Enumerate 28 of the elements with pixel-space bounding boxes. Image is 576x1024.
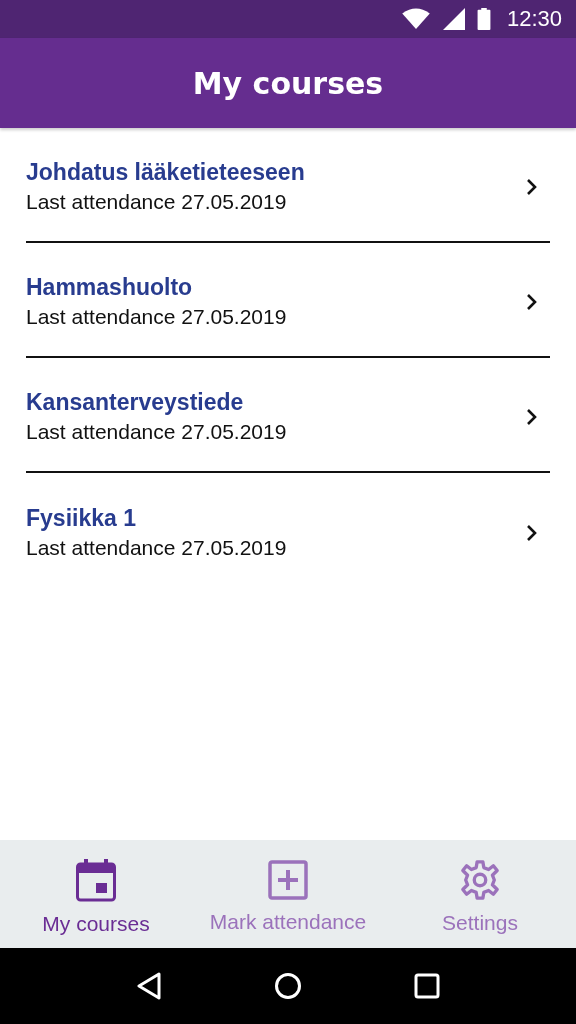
course-item[interactable]: Fysiikka 1 Last attendance 27.05.2019 xyxy=(26,473,550,588)
course-item[interactable]: Johdatus lääketieteeseen Last attendance 27.05.2019 xyxy=(26,128,550,243)
signal-icon xyxy=(442,8,465,30)
course-item[interactable]: Kansanterveystiede Last attendance 27.05.2019 xyxy=(26,358,550,473)
home-icon[interactable] xyxy=(274,972,302,1000)
chevron-icon xyxy=(526,292,538,311)
app-title: My courses xyxy=(192,65,384,101)
course-detail: Last attendance 27.05.2019 xyxy=(26,536,288,560)
course-name: Hammashuolto xyxy=(26,274,194,301)
course-name: Kansanterveystiede xyxy=(26,389,245,416)
chevron-icon xyxy=(526,177,538,196)
calendar-icon xyxy=(76,858,116,902)
status-time: 12:30 xyxy=(506,6,562,32)
chevron-icon xyxy=(526,523,538,542)
back-icon[interactable] xyxy=(136,972,162,1000)
battery-icon xyxy=(476,8,491,30)
nav-tab[interactable]: My courses xyxy=(0,840,192,948)
course-name: Fysiikka 1 xyxy=(26,505,137,532)
recents-icon[interactable] xyxy=(414,973,440,999)
course-item[interactable]: Hammashuolto Last attendance 27.05.2019 xyxy=(26,243,550,358)
settings-icon xyxy=(459,859,501,901)
course-detail: Last attendance 27.05.2019 xyxy=(26,305,288,329)
course-name: Johdatus lääketieteeseen xyxy=(26,159,306,186)
chevron-icon xyxy=(526,407,538,426)
course-detail: Last attendance 27.05.2019 xyxy=(26,420,288,444)
plus-box-icon xyxy=(268,860,308,900)
course-detail: Last attendance 27.05.2019 xyxy=(26,190,288,214)
wifi-icon xyxy=(400,8,431,30)
